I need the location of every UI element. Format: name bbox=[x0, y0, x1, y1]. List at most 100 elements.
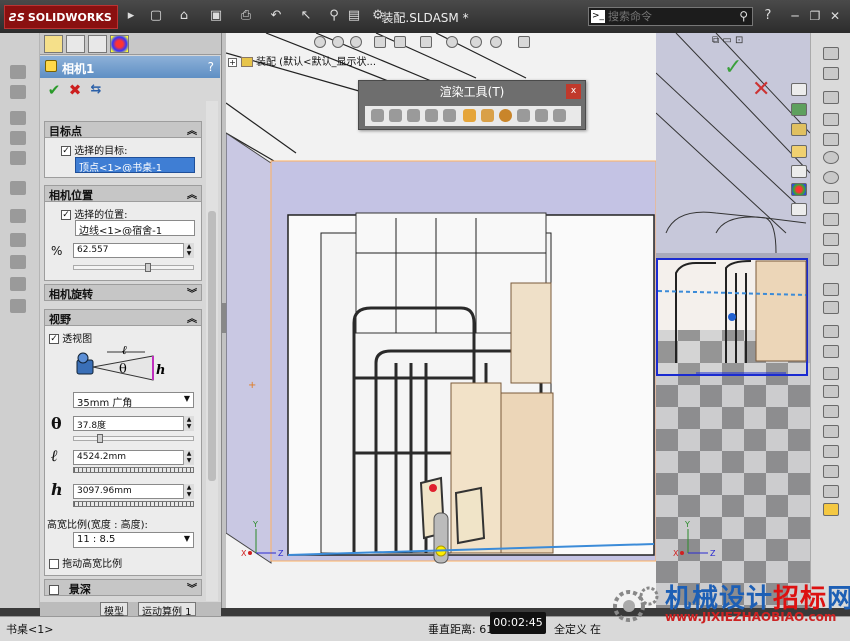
move-component-icon[interactable] bbox=[10, 131, 26, 145]
expand-chevron-icon[interactable]: ︾ bbox=[187, 580, 197, 595]
fillet-icon[interactable] bbox=[823, 233, 839, 246]
help-icon[interactable]: ? bbox=[760, 8, 776, 24]
scene-icon[interactable] bbox=[517, 109, 530, 122]
scroll-thumb[interactable] bbox=[208, 211, 216, 481]
scenes-icon[interactable] bbox=[791, 183, 807, 196]
menu-arrow-icon[interactable]: ▸ bbox=[123, 8, 139, 24]
distance-spin-buttons[interactable]: ▲ ▼ bbox=[183, 450, 194, 465]
collapse-chevron-icon[interactable]: ︽ bbox=[187, 310, 197, 325]
sketch-tool-icon[interactable] bbox=[823, 47, 839, 60]
smart-fastener-icon[interactable] bbox=[10, 209, 26, 223]
spline-icon[interactable] bbox=[823, 191, 839, 204]
display-manager-tab-icon[interactable] bbox=[110, 35, 129, 53]
decal-icon[interactable] bbox=[535, 109, 548, 122]
rapid-sketch-icon[interactable] bbox=[823, 503, 839, 516]
close-button[interactable]: x bbox=[566, 84, 581, 99]
mate-icon[interactable] bbox=[10, 111, 26, 125]
angle-spin-buttons[interactable]: ▲ ▼ bbox=[183, 416, 194, 431]
panel-header[interactable]: 相机位置 ︽ bbox=[45, 186, 201, 202]
feature-tree-tab-icon[interactable] bbox=[44, 35, 63, 53]
ok-check-icon[interactable]: ✔ bbox=[45, 81, 63, 99]
panel-header[interactable]: 目标点 ︽ bbox=[45, 122, 201, 138]
pm-scrollbar[interactable] bbox=[206, 101, 218, 601]
repair-sketch-icon[interactable] bbox=[823, 485, 839, 498]
offset-icon[interactable] bbox=[823, 345, 839, 358]
tab-model[interactable]: 模型 bbox=[100, 602, 128, 618]
cancel-x-icon[interactable]: ✖ bbox=[66, 81, 84, 99]
open-folder-icon[interactable]: ⌂ bbox=[176, 8, 192, 24]
height-spin-buttons[interactable]: ▲ ▼ bbox=[183, 484, 194, 499]
component-icon[interactable] bbox=[10, 85, 26, 99]
ellipse-icon[interactable] bbox=[823, 213, 839, 226]
section-view-icon[interactable] bbox=[374, 36, 386, 48]
position-checkbox[interactable]: ✓ bbox=[61, 210, 71, 220]
rotate-component-icon[interactable] bbox=[10, 151, 26, 165]
search-input[interactable] bbox=[608, 9, 728, 24]
angle-input[interactable]: 37.8度 bbox=[73, 416, 193, 431]
centerline-icon[interactable] bbox=[823, 253, 839, 266]
rectangle-icon[interactable] bbox=[823, 113, 839, 126]
property-manager-tab-icon[interactable] bbox=[66, 35, 85, 53]
chevron-down-icon[interactable]: ▼ bbox=[184, 394, 190, 403]
trim-icon[interactable] bbox=[823, 325, 839, 338]
distance-input[interactable]: 4524.2mm bbox=[73, 450, 193, 465]
feature-tree-flyout[interactable]: + 装配 (默认<默认_显示状... bbox=[228, 53, 376, 68]
camera-icon[interactable] bbox=[553, 109, 566, 122]
cancel-x-icon[interactable]: ✕ bbox=[752, 77, 770, 102]
circular-pattern-icon[interactable] bbox=[823, 425, 839, 438]
toolbar-title[interactable]: 渲染工具(T) bbox=[359, 81, 585, 103]
render-tools-toolbar[interactable]: 渲染工具(T) x bbox=[358, 80, 586, 130]
options-gear-icon[interactable]: ⚙ bbox=[370, 8, 386, 24]
hide-show-icon[interactable] bbox=[446, 36, 458, 48]
position-slider[interactable] bbox=[73, 263, 194, 272]
recall-render-icon[interactable] bbox=[481, 109, 494, 122]
select-pointer-icon[interactable]: ↖ bbox=[298, 8, 314, 24]
minimize-button[interactable]: ─ bbox=[788, 9, 802, 23]
render-options-icon[interactable] bbox=[443, 109, 456, 122]
print-icon[interactable]: ⎙ bbox=[238, 8, 254, 24]
configuration-tab-icon[interactable] bbox=[88, 35, 107, 53]
view-palette-icon[interactable] bbox=[791, 145, 807, 158]
rebuild-icon[interactable]: ⚲ bbox=[326, 8, 342, 24]
lens-type-dropdown[interactable]: 35mm 广角 ▼ bbox=[73, 392, 194, 409]
position-spin-buttons[interactable]: ▲ ▼ bbox=[183, 243, 194, 258]
perspective-checkbox[interactable]: ✓ bbox=[49, 334, 59, 344]
previous-view-icon[interactable] bbox=[350, 36, 362, 48]
preview-window-icon[interactable] bbox=[371, 109, 384, 122]
apply-scene-icon[interactable] bbox=[490, 36, 502, 48]
linear-pattern-icon[interactable] bbox=[823, 405, 839, 418]
collapse-chevron-icon[interactable]: ︽ bbox=[187, 186, 197, 201]
depth-of-field-checkbox[interactable] bbox=[49, 585, 59, 595]
panel-header[interactable]: 景深 ︾ bbox=[45, 580, 201, 596]
schedule-render-icon[interactable] bbox=[463, 109, 476, 122]
command-search[interactable]: >_ ⚲ bbox=[588, 7, 753, 26]
close-window-button[interactable]: ✕ bbox=[828, 9, 842, 23]
height-thumbwheel[interactable] bbox=[73, 501, 194, 507]
restore-button[interactable]: ❐ bbox=[808, 9, 822, 23]
search-icon[interactable]: ⚲ bbox=[739, 9, 748, 23]
angle-slider[interactable] bbox=[73, 434, 194, 443]
appearance-icon[interactable] bbox=[499, 109, 512, 122]
final-render-icon[interactable] bbox=[407, 109, 420, 122]
render-region-icon[interactable] bbox=[425, 109, 438, 122]
display-style-icon[interactable] bbox=[420, 36, 432, 48]
aspect-ratio-dropdown[interactable]: 11 : 8.5 ▼ bbox=[73, 532, 194, 548]
eraser-icon[interactable] bbox=[823, 67, 839, 80]
distance-thumbwheel[interactable] bbox=[73, 467, 194, 473]
design-library-icon[interactable] bbox=[791, 103, 807, 116]
assembly-icon[interactable] bbox=[10, 65, 26, 79]
panel-header[interactable]: 视野 ︽ bbox=[45, 310, 201, 326]
pattern-icon[interactable] bbox=[10, 181, 26, 195]
collapse-chevron-icon[interactable]: ︽ bbox=[187, 122, 197, 137]
new-document-icon[interactable]: ▢ bbox=[148, 8, 164, 24]
slot-icon[interactable] bbox=[823, 133, 839, 146]
target-selection-box[interactable]: 顶点<1>@书桌-1 bbox=[75, 157, 195, 173]
slider-thumb[interactable] bbox=[145, 263, 151, 272]
position-percent-input[interactable]: 62.557 bbox=[73, 243, 193, 258]
target-checkbox[interactable]: ✓ bbox=[61, 146, 71, 156]
move-entities-icon[interactable] bbox=[823, 445, 839, 458]
mirror-icon[interactable] bbox=[823, 367, 839, 380]
text-icon[interactable] bbox=[823, 301, 839, 314]
slider-thumb[interactable] bbox=[97, 434, 103, 443]
custom-properties-icon[interactable] bbox=[791, 203, 807, 216]
